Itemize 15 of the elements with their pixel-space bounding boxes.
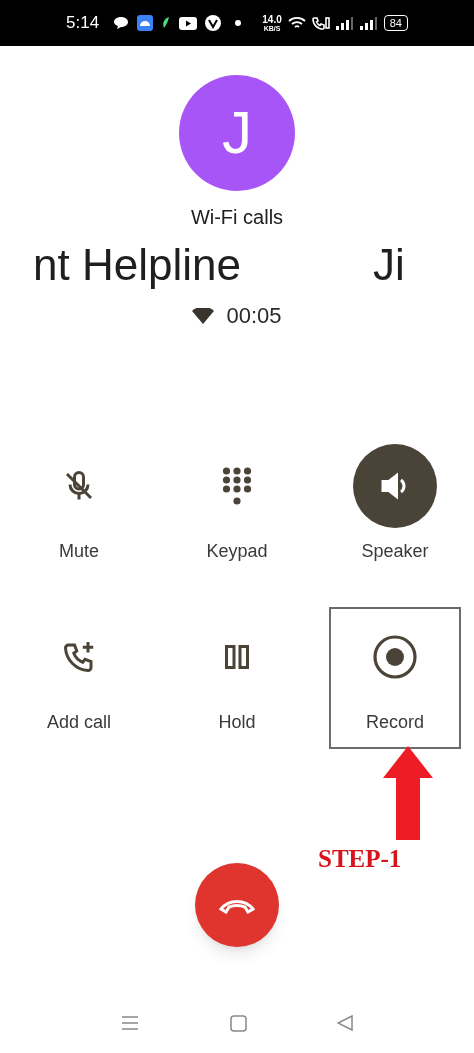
call-control-button[interactable]: Hold — [171, 607, 303, 749]
call-type: Wi-Fi calls — [190, 205, 284, 230]
call-timer: 00:05 — [226, 302, 282, 330]
battery-indicator: 84 — [383, 15, 408, 31]
call-control-button[interactable]: Mute — [13, 436, 145, 578]
call-control-button[interactable]: Speaker — [329, 436, 461, 578]
call-control-button[interactable]: Record — [329, 607, 461, 749]
call-control-button[interactable]: Add call — [13, 607, 145, 749]
caller-avatar: J — [179, 75, 295, 191]
network-speed: 14.0 — [262, 14, 282, 25]
step-label: STEP-1 — [318, 844, 402, 874]
caller-name: Ji — [372, 239, 405, 291]
call-control-button[interactable]: Keypad — [171, 436, 303, 578]
status-time: 5:14 — [66, 12, 100, 35]
caller-name: nt Helpline — [33, 239, 241, 291]
